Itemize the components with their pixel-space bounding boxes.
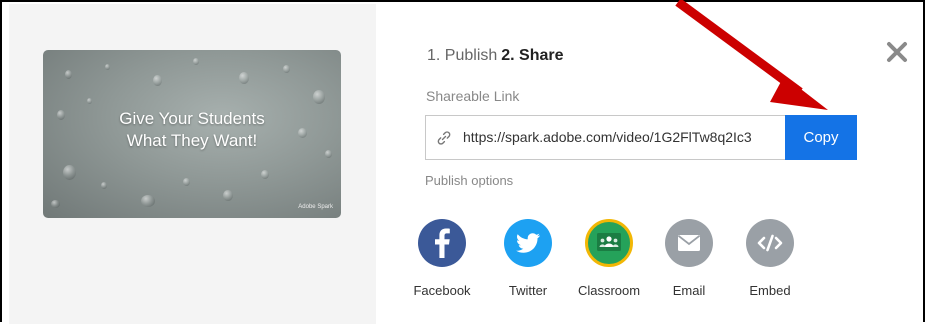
video-thumbnail: Give Your Students What They Want! Adobe… xyxy=(43,50,341,218)
twitter-icon xyxy=(504,219,552,267)
thumbnail-title-line2: What They Want! xyxy=(126,131,258,150)
share-twitter-label: Twitter xyxy=(508,283,548,298)
share-facebook[interactable]: Facebook xyxy=(407,219,477,298)
publish-options-link[interactable]: Publish options xyxy=(425,173,513,188)
shareable-link-url: https://spark.adobe.com/video/1G2FlTw8q2… xyxy=(463,129,752,145)
share-embed-label: Embed xyxy=(749,283,791,298)
share-email[interactable]: Email xyxy=(654,219,724,298)
share-classroom-label: Classroom xyxy=(577,283,641,298)
thumbnail-title-line1: Give Your Students xyxy=(119,109,265,128)
share-classroom[interactable]: Classroom xyxy=(574,219,644,298)
copy-button[interactable]: Copy xyxy=(785,115,857,160)
share-facebook-label: Facebook xyxy=(413,283,471,298)
close-icon[interactable] xyxy=(885,40,909,64)
shareable-link-field[interactable]: https://spark.adobe.com/video/1G2FlTw8q2… xyxy=(425,115,785,160)
link-icon xyxy=(435,129,453,147)
embed-icon xyxy=(746,219,794,267)
facebook-icon xyxy=(418,219,466,267)
share-dialog: Give Your Students What They Want! Adobe… xyxy=(0,0,925,324)
adobe-spark-badge: Adobe Spark xyxy=(298,204,333,210)
share-twitter[interactable]: Twitter xyxy=(493,219,563,298)
steps-header: 1. Publish 2. Share xyxy=(427,47,564,65)
email-icon xyxy=(665,219,713,267)
shareable-link-label: Shareable Link xyxy=(426,88,520,104)
classroom-icon xyxy=(585,219,633,267)
step-publish[interactable]: 1. Publish xyxy=(427,47,497,64)
step-share[interactable]: 2. Share xyxy=(501,47,563,64)
share-embed[interactable]: Embed xyxy=(735,219,805,298)
thumbnail-title: Give Your Students What They Want! xyxy=(43,108,341,152)
share-email-label: Email xyxy=(672,283,706,298)
